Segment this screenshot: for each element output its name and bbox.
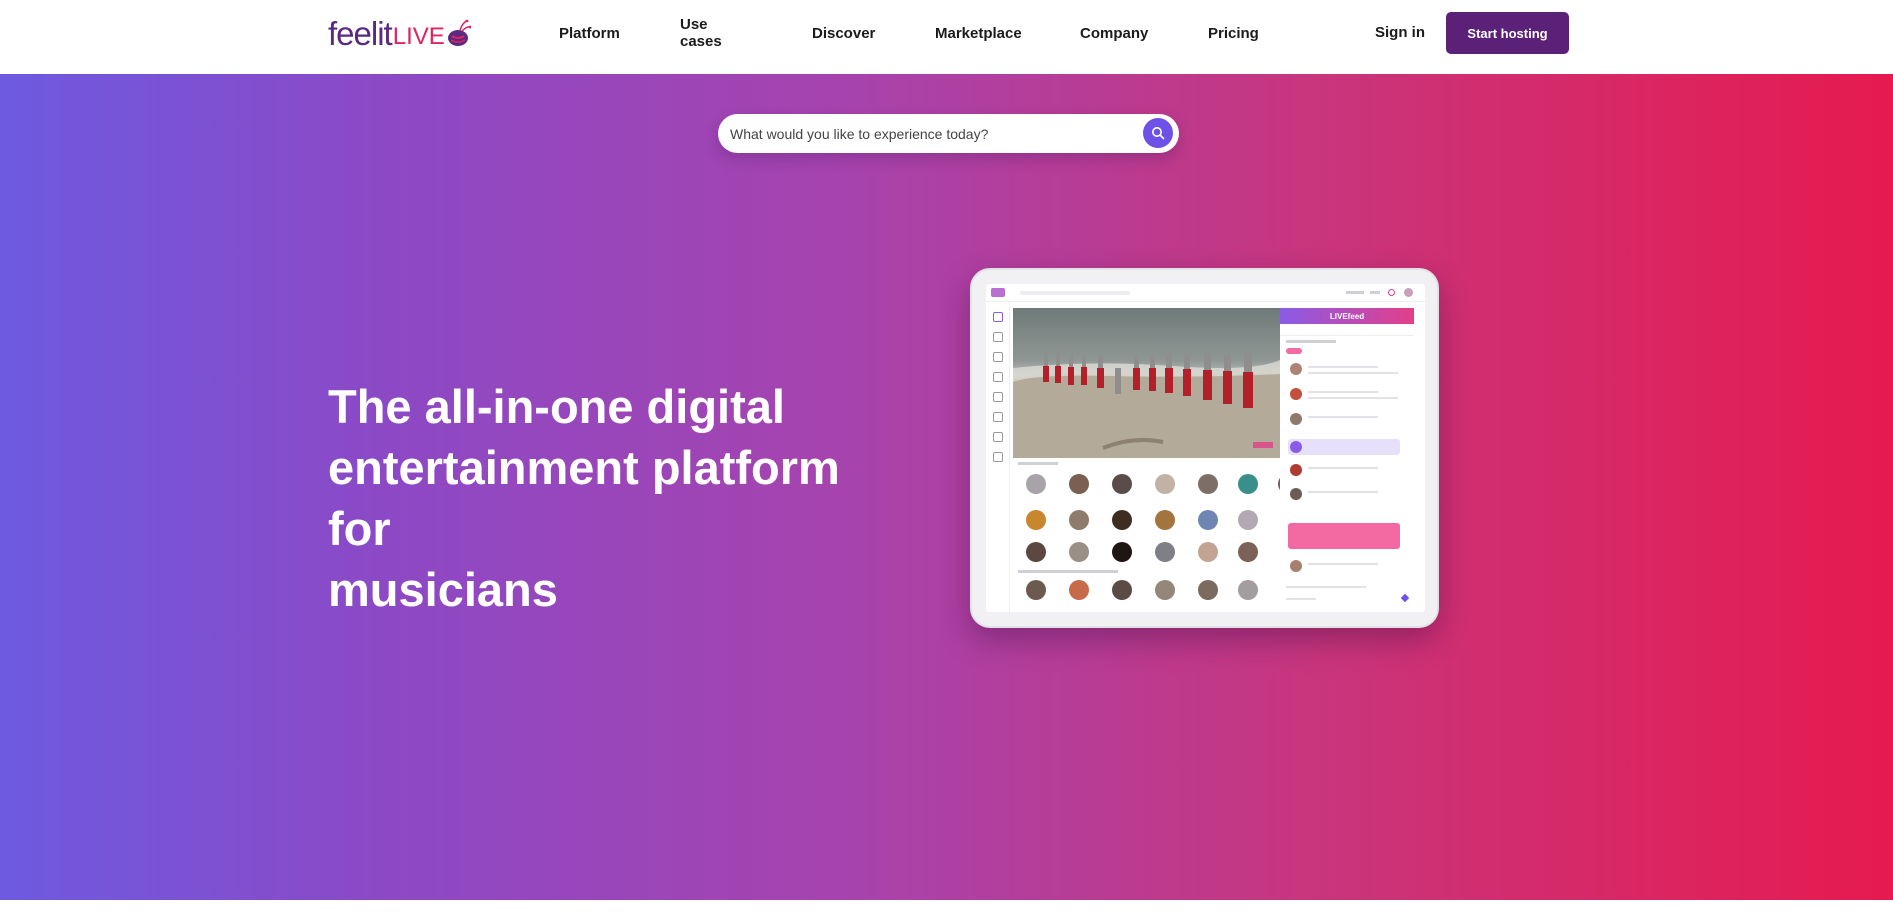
search-bar	[718, 114, 1179, 153]
hero-section: The all-in-one digital entertainment pla…	[0, 74, 1893, 900]
app-sidebar	[986, 302, 1010, 612]
nav-link-marketplace[interactable]: Marketplace	[935, 25, 1022, 42]
app-screenshot: LIVEfeed	[986, 284, 1425, 612]
bee-logo-icon	[447, 19, 471, 46]
live-feed-header: LIVEfeed	[1280, 308, 1414, 324]
headline-line: entertainment platform	[328, 441, 840, 494]
sign-in-link[interactable]: Sign in	[1375, 24, 1425, 41]
hero-headline: The all-in-one digital entertainment pla…	[328, 376, 848, 620]
search-input[interactable]	[730, 125, 1130, 142]
page-bottom-strip	[0, 900, 1893, 924]
headline-line: musicians	[328, 563, 558, 616]
logo-text-live: LIVE	[392, 23, 445, 50]
tablet-mockup: LIVEfeed	[970, 268, 1439, 628]
top-navbar: feelit LIVE Platform Use cases Discover …	[0, 0, 1893, 74]
nav-link-pricing[interactable]: Pricing	[1208, 25, 1259, 42]
nav-link-company[interactable]: Company	[1080, 25, 1148, 42]
logo-text-feelit: feelit	[328, 15, 393, 52]
nav-link-discover[interactable]: Discover	[812, 25, 875, 42]
live-feed-panel: LIVEfeed	[1280, 308, 1414, 608]
headline-line: for	[328, 502, 391, 555]
start-hosting-button[interactable]: Start hosting	[1446, 12, 1569, 54]
app-topbar	[986, 284, 1425, 302]
search-button[interactable]	[1143, 118, 1173, 148]
nav-link-use-cases[interactable]: Use cases	[680, 16, 722, 50]
search-icon	[1152, 127, 1165, 140]
live-video-thumbnail	[1013, 308, 1280, 458]
nav-link-platform[interactable]: Platform	[559, 25, 620, 42]
headline-line: The all-in-one digital	[328, 380, 785, 433]
brand-logo[interactable]: feelit LIVE	[328, 14, 488, 54]
